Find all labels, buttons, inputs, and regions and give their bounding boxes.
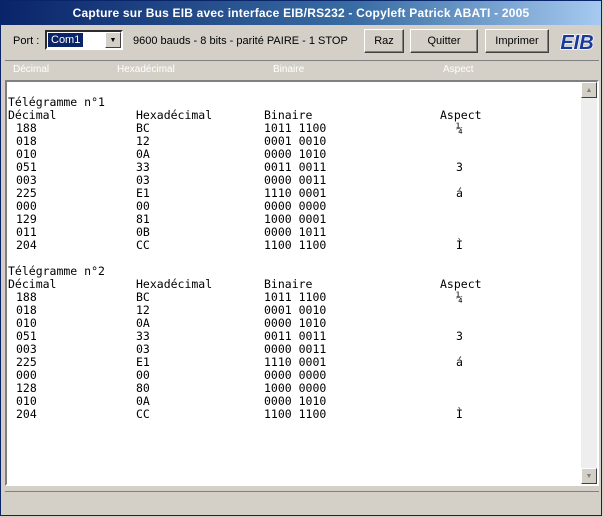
aspect-value: ¼	[456, 290, 463, 304]
eib-logo: EIB	[560, 31, 595, 54]
arrow-down-icon[interactable]: ▼	[581, 468, 597, 484]
telegram-byte-row: 204 CC 1100 1100 Ì	[8, 408, 577, 421]
capture-output[interactable]: Télégramme n°1 Décimal Hexadécimal Binaire A…	[5, 80, 599, 486]
binary-value: 1100 1100	[264, 407, 327, 421]
hex-value: CC	[136, 407, 150, 421]
app-window: Capture sur Bus EIB avec interface EIB/R…	[0, 0, 602, 516]
port-select-value: Com1	[48, 33, 84, 47]
aspect-value: ¼	[456, 121, 463, 135]
title-bar[interactable]: Capture sur Bus EIB avec interface EIB/R…	[1, 1, 601, 25]
arrow-up-icon[interactable]: ▲	[581, 82, 597, 98]
port-label: Port :	[13, 35, 40, 47]
quit-button[interactable]: Quitter	[410, 29, 478, 53]
vertical-scrollbar[interactable]: ▲ ▼	[581, 82, 597, 484]
column-header-strip: Décimal Hexadécimal Binaire Aspect	[5, 60, 599, 79]
status-bar	[5, 491, 599, 512]
decimal-value: 204	[16, 238, 37, 252]
header-hex: Hexadécimal	[117, 64, 175, 75]
print-button[interactable]: Imprimer	[485, 29, 549, 53]
decimal-value: 204	[16, 407, 37, 421]
chevron-down-icon[interactable]: ▼	[105, 32, 121, 48]
aspect-value: á	[456, 355, 463, 369]
toolbar: Port : Com1 ▼ 9600 bauds - 8 bits - pari…	[1, 26, 601, 58]
hex-value: CC	[136, 238, 150, 252]
capture-text: Télégramme n°1 Décimal Hexadécimal Binaire A…	[8, 96, 577, 421]
port-select[interactable]: Com1 ▼	[45, 30, 123, 50]
aspect-value: 3	[456, 160, 463, 174]
header-binary: Binaire	[273, 64, 305, 75]
binary-value: 1100 1100	[264, 238, 327, 252]
serial-params: 9600 bauds - 8 bits - parité PAIRE - 1 S…	[133, 35, 348, 47]
aspect-value: Ì	[456, 238, 463, 252]
telegram-byte-row: 204 CC 1100 1100 Ì	[8, 239, 577, 252]
aspect-value: Ì	[456, 407, 463, 421]
logo-text: EIB	[560, 32, 593, 54]
raz-button[interactable]: Raz	[364, 29, 404, 53]
header-aspect: Aspect	[443, 64, 474, 75]
aspect-value: 3	[456, 329, 463, 343]
window-title: Capture sur Bus EIB avec interface EIB/R…	[72, 6, 530, 20]
header-decimal: Décimal	[13, 64, 50, 75]
aspect-value: á	[456, 186, 463, 200]
